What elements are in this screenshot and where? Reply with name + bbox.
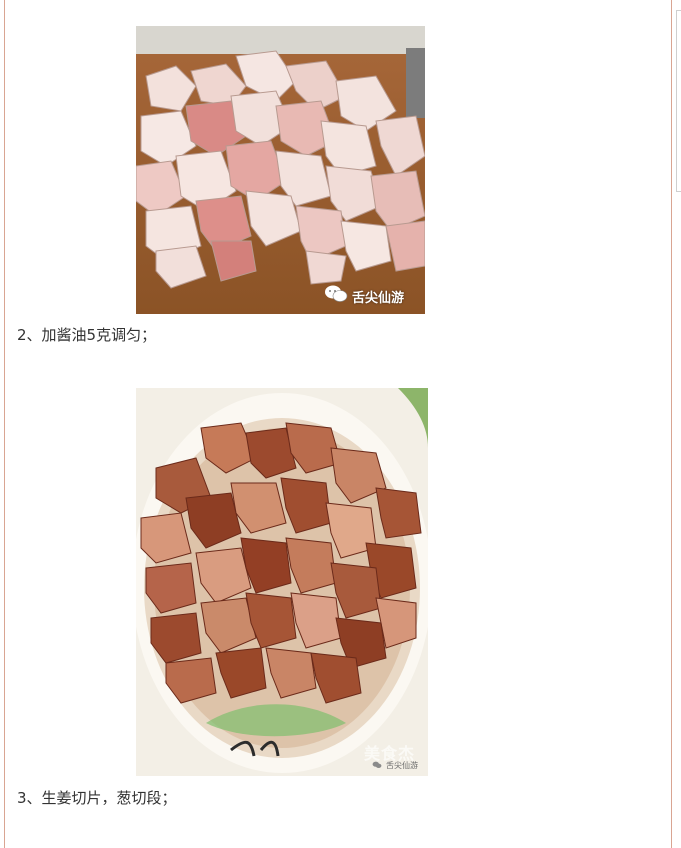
marinated-pork-photo: 美食杰 舌尖仙游 [136,388,428,776]
marinated-pork-illustration [136,388,428,776]
watermark-text: 舌尖仙游 [386,761,418,770]
step-3-text: 3、生姜切片，葱切段； [17,789,177,807]
wechat-watermark: 舌尖仙游 [324,284,404,308]
raw-pork-photo: 舌尖仙游 [136,26,425,314]
wechat-icon [372,761,382,771]
wechat-watermark: 舌尖仙游 [372,760,418,771]
step-2-text: 2、加酱油5克调匀； [17,326,157,344]
watermark-text: 舌尖仙游 [352,290,405,306]
sidebar-edge [676,10,681,192]
raw-pork-illustration [136,26,425,314]
wechat-icon [324,284,348,308]
